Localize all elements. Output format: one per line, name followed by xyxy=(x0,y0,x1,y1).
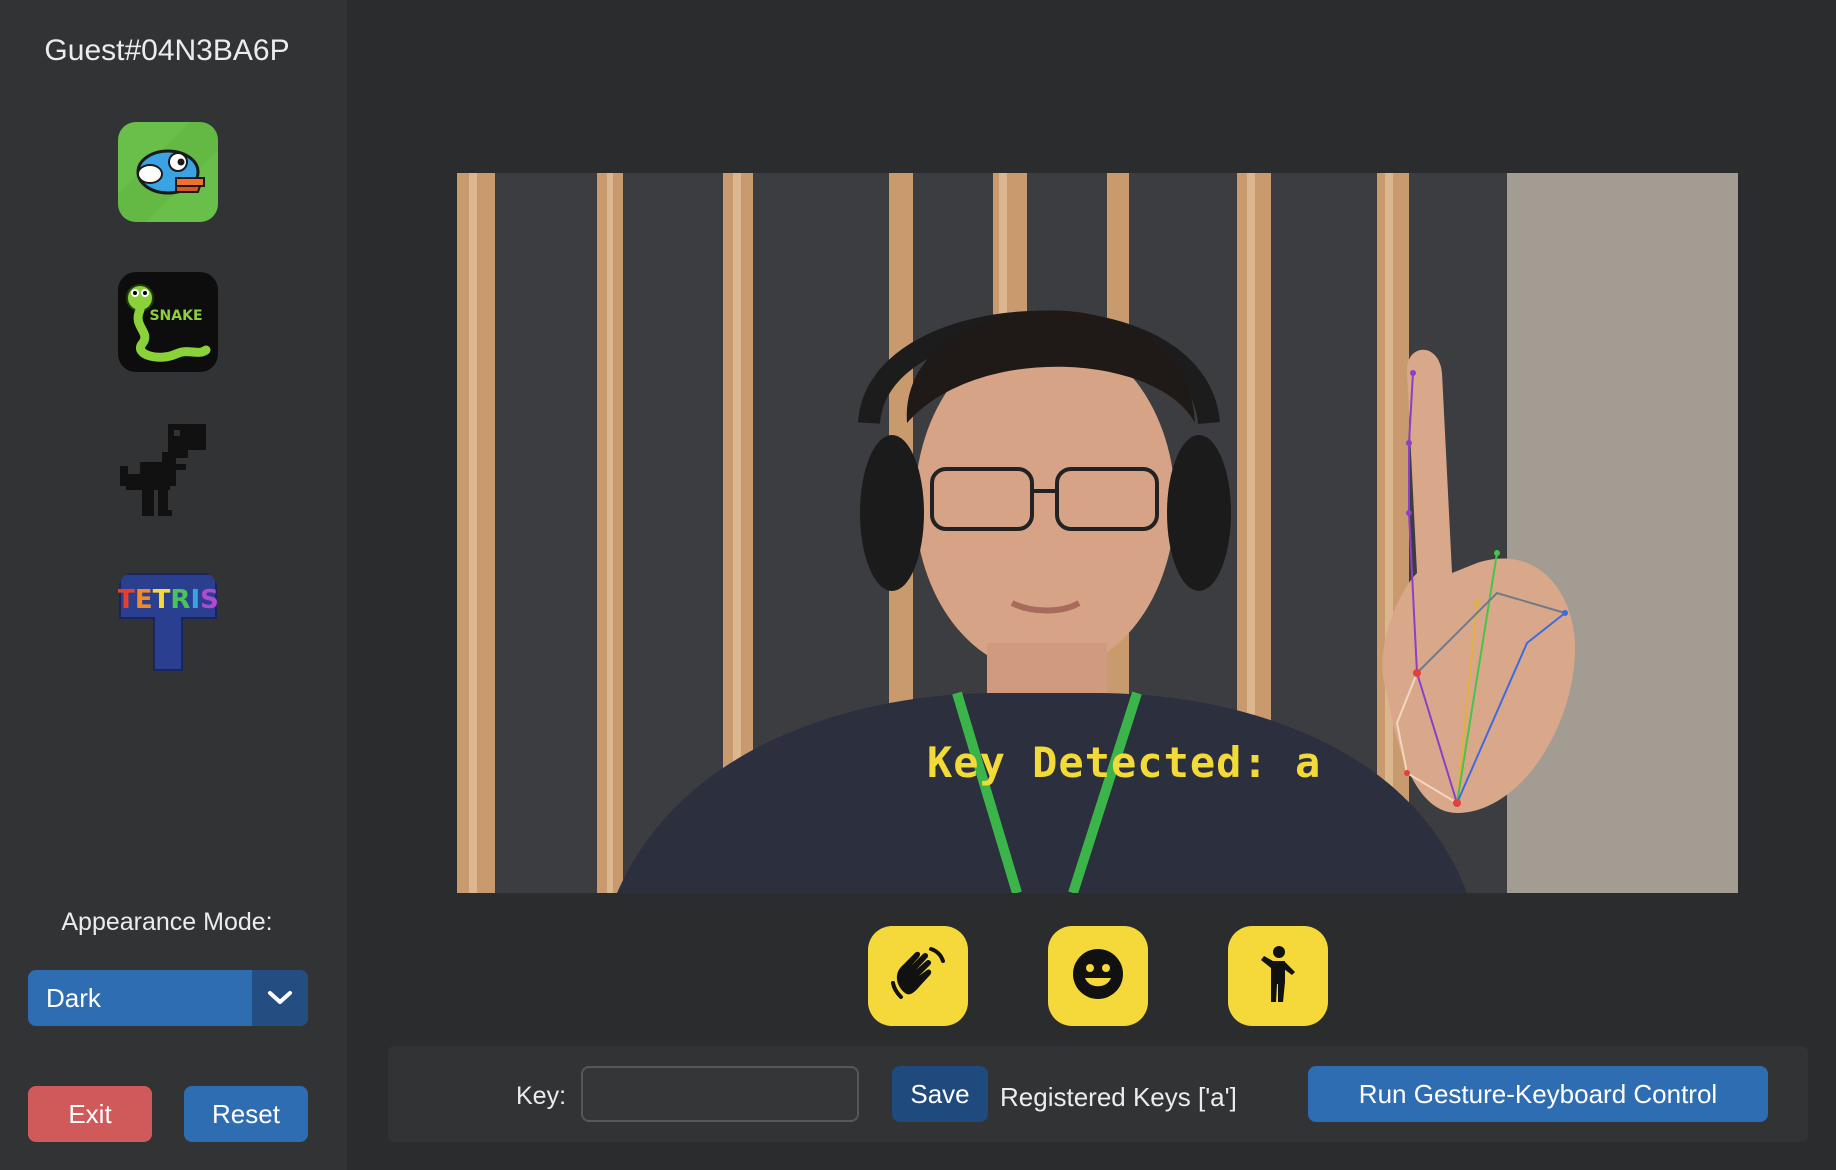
tetris-logo-text: TETRIS xyxy=(118,585,218,615)
control-bar: Key: Save Registered Keys ['a'] Run Gest… xyxy=(388,1046,1808,1142)
dino-icon[interactable] xyxy=(118,422,218,522)
chevron-down-icon[interactable] xyxy=(252,970,308,1026)
save-button[interactable]: Save xyxy=(892,1066,988,1122)
exit-button[interactable]: Exit xyxy=(28,1086,152,1142)
sidebar: Guest#04N3BA6P SNAKE TETRIS Appearance M… xyxy=(0,0,347,1170)
snake-icon[interactable]: SNAKE xyxy=(118,272,218,372)
reset-button[interactable]: Reset xyxy=(184,1086,308,1142)
appearance-mode-label: Appearance Mode: xyxy=(61,908,273,936)
wave-gesture-button[interactable] xyxy=(868,926,968,1026)
wave-hand-icon xyxy=(887,943,949,1010)
flappy-bird-icon[interactable] xyxy=(118,122,218,222)
face-gesture-button[interactable] xyxy=(1048,926,1148,1026)
appearance-mode-select[interactable]: Dark xyxy=(28,970,308,1026)
gesture-toolbar xyxy=(830,906,1366,1044)
webcam-feed: Key Detected: a xyxy=(457,173,1738,893)
tetris-icon[interactable]: TETRIS xyxy=(118,572,218,672)
smile-face-icon xyxy=(1071,947,1125,1006)
key-input[interactable] xyxy=(581,1066,859,1122)
pose-gesture-button[interactable] xyxy=(1228,926,1328,1026)
person-raising-hand-icon xyxy=(1251,944,1305,1009)
key-detected-overlay: Key Detected: a xyxy=(927,738,1322,787)
registered-keys-text: Registered Keys ['a'] xyxy=(1000,1082,1237,1112)
run-gesture-keyboard-button[interactable]: Run Gesture-Keyboard Control xyxy=(1308,1066,1768,1122)
snake-logo-text: SNAKE xyxy=(149,308,202,324)
appearance-mode-value: Dark xyxy=(46,982,101,1013)
key-label: Key: xyxy=(516,1082,567,1110)
user-label: Guest#04N3BA6P xyxy=(44,34,290,67)
